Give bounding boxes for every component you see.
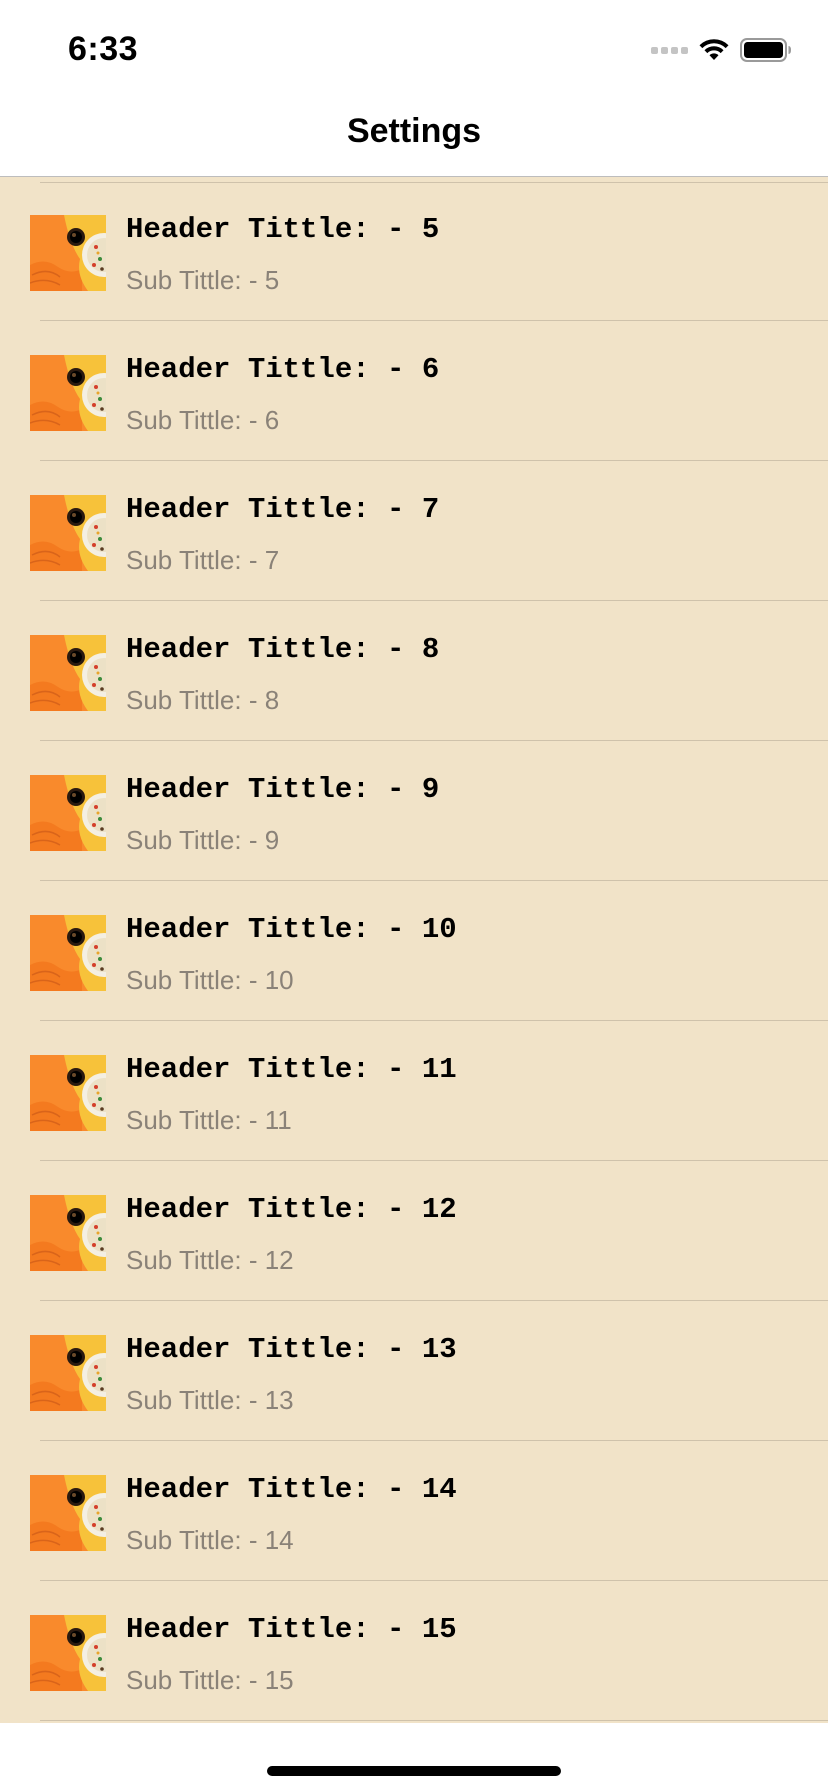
food-photo-icon: [30, 215, 106, 291]
list-item[interactable]: Header Tittle: - 14 Sub Tittle: - 14: [0, 1441, 828, 1581]
status-icons: [651, 36, 792, 64]
wifi-icon: [699, 39, 729, 60]
food-photo-icon: [30, 1055, 106, 1131]
food-photo-icon: [30, 1615, 106, 1691]
food-photo-icon: [30, 915, 106, 991]
row-title: Header Tittle: - 5: [126, 213, 440, 246]
navigation-bar: Settings: [0, 96, 828, 177]
row-separator: [40, 1720, 828, 1721]
row-title: Header Tittle: - 10: [126, 913, 457, 946]
list-item[interactable]: Header Tittle: - 9 Sub Tittle: - 9: [0, 741, 828, 881]
row-subtitle: Sub Tittle: - 5: [126, 265, 280, 295]
row-subtitle: Sub Tittle: - 7: [126, 545, 280, 575]
home-indicator-area: [0, 1723, 828, 1792]
food-photo-icon: [30, 775, 106, 851]
row-title: Header Tittle: - 7: [126, 493, 440, 526]
row-subtitle: Sub Tittle: - 15: [126, 1665, 294, 1695]
cellular-signal-icon: [651, 46, 688, 54]
status-time: 6:33: [68, 30, 139, 68]
list-item[interactable]: Header Tittle: - 7 Sub Tittle: - 7: [0, 461, 828, 601]
list-item[interactable]: Header Tittle: - 8 Sub Tittle: - 8: [0, 601, 828, 741]
row-title: Header Tittle: - 6: [126, 353, 440, 386]
row-title: Header Tittle: - 9: [126, 773, 440, 806]
row-subtitle: Sub Tittle: - 13: [126, 1385, 294, 1415]
row-subtitle: Sub Tittle: - 9: [126, 825, 280, 855]
food-photo-icon: [30, 1195, 106, 1271]
row-subtitle: Sub Tittle: - 12: [126, 1245, 294, 1275]
list-item[interactable]: Header Tittle: - 6 Sub Tittle: - 6: [0, 321, 828, 461]
home-indicator[interactable]: [267, 1766, 561, 1776]
battery-icon: [740, 38, 791, 62]
row-subtitle: Sub Tittle: - 8: [126, 685, 280, 715]
list-item[interactable]: Header Tittle: - 10 Sub Tittle: - 10: [0, 881, 828, 1021]
row-title: Header Tittle: - 13: [126, 1333, 457, 1366]
list-item[interactable]: Header Tittle: - 12 Sub Tittle: - 12: [0, 1161, 828, 1301]
row-subtitle: Sub Tittle: - 10: [126, 965, 294, 995]
row-title: Header Tittle: - 11: [126, 1053, 457, 1086]
food-photo-icon: [30, 495, 106, 571]
list-item[interactable]: Header Tittle: - 11 Sub Tittle: - 11: [0, 1021, 828, 1161]
row-subtitle: Sub Tittle: - 14: [126, 1525, 294, 1555]
food-photo-icon: [30, 635, 106, 711]
row-subtitle: Sub Tittle: - 6: [126, 405, 280, 435]
list-item[interactable]: Header Tittle: - 13 Sub Tittle: - 13: [0, 1301, 828, 1441]
row-title: Header Tittle: - 15: [126, 1613, 457, 1646]
food-photo-icon: [30, 1335, 106, 1411]
row-title: Header Tittle: - 12: [126, 1193, 457, 1226]
settings-list[interactable]: Header Tittle: - 5 Sub Tittle: - 5 Heade…: [0, 177, 828, 1723]
row-title: Header Tittle: - 8: [126, 633, 440, 666]
row-title: Header Tittle: - 14: [126, 1473, 457, 1506]
food-photo-icon: [30, 355, 106, 431]
row-subtitle: Sub Tittle: - 11: [126, 1105, 292, 1135]
status-bar: 6:33: [0, 0, 828, 96]
list-item[interactable]: Header Tittle: - 15 Sub Tittle: - 15: [0, 1581, 828, 1721]
list-item[interactable]: Header Tittle: - 5 Sub Tittle: - 5: [0, 181, 828, 321]
page-title: Settings: [346, 112, 482, 150]
food-photo-icon: [30, 1475, 106, 1551]
